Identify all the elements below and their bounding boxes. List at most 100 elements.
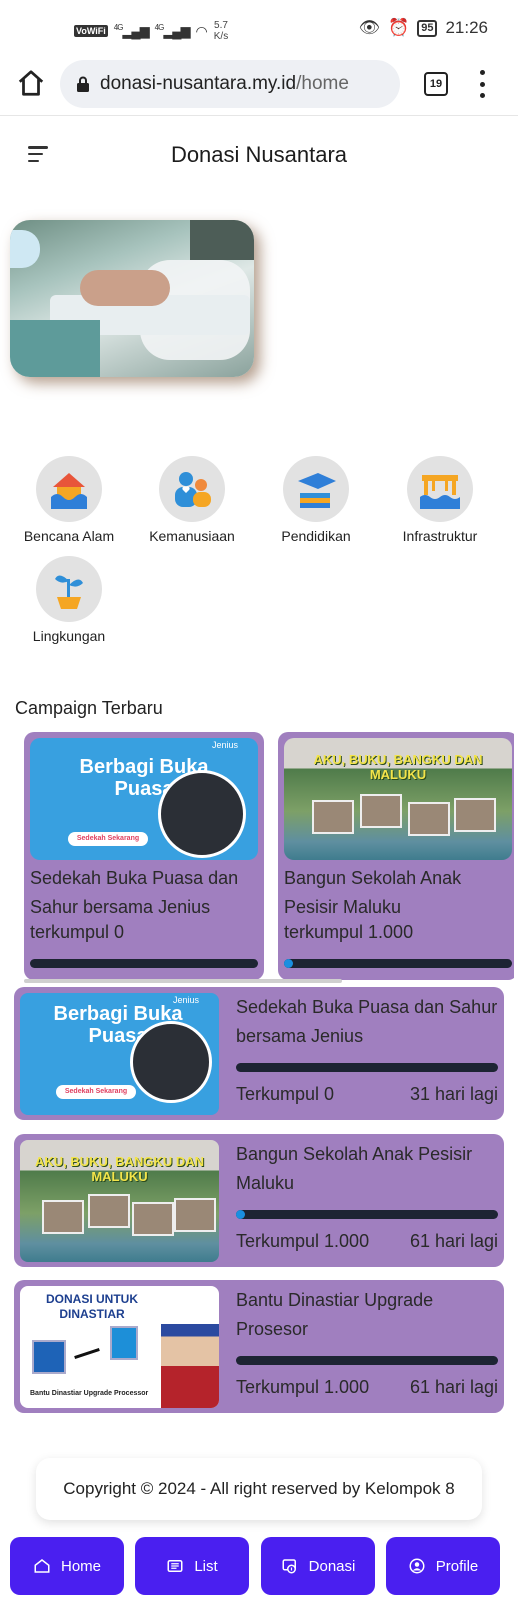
donate-icon — [282, 1559, 296, 1574]
nav-profile-button[interactable]: Profile — [386, 1537, 500, 1595]
browser-menu-button[interactable] — [478, 70, 486, 98]
address-bar[interactable]: donasi-nusantara.my.id/home — [60, 60, 400, 108]
signal-2-label: 4G — [154, 22, 165, 32]
image-brand: Jenius — [172, 995, 199, 1005]
progress-fill — [284, 959, 293, 968]
campaign-days-left: 61 hari lagi — [409, 1231, 498, 1251]
category-grid: Bencana Alam Kemanusiaan Pendidikan Infr… — [0, 456, 518, 656]
category-label: Pendidikan — [281, 528, 351, 544]
image-caption: Bantu Dinastiar Upgrade Processor — [30, 1390, 149, 1397]
campaign-raised: terkumpul 1.000 — [284, 922, 414, 942]
signal-1-label: 4G — [113, 22, 124, 32]
image-brand: Jenius — [211, 740, 238, 750]
hero-banner-image[interactable] — [10, 220, 254, 377]
category-lingkungan[interactable]: Lingkungan — [6, 556, 132, 644]
url-text: donasi-nusantara.my.id/home — [100, 73, 349, 95]
campaign-title: Sedekah Buka Puasa dan Sahur bersama Jen… — [236, 997, 498, 1046]
tab-switcher-button[interactable]: 19 — [424, 72, 448, 96]
category-label: Lingkungan — [32, 628, 106, 644]
cpu-chip-icon — [32, 1340, 66, 1374]
nav-home-button[interactable]: Home — [10, 1537, 124, 1595]
section-title: Campaign Terbaru — [15, 698, 163, 718]
category-label: Infrastruktur — [402, 528, 478, 544]
app-header: Donasi Nusantara — [0, 118, 518, 198]
arrow-icon — [74, 1348, 100, 1359]
campaign-title: Bangun Sekolah Anak Pesisir Maluku — [236, 1144, 473, 1193]
status-right: 👁 ⏰ 95 21:26 — [358, 18, 488, 38]
person-photo — [161, 1324, 219, 1408]
progress-bar — [236, 1063, 498, 1072]
campaign-raised: Terkumpul 0 — [236, 1084, 335, 1104]
campaign-image: Berbagi Buka Puasa Sedekah Sekarang Jeni… — [20, 993, 219, 1115]
profile-icon — [409, 1558, 425, 1574]
nav-donasi-button[interactable]: Donasi — [261, 1537, 375, 1595]
campaign-raised: Terkumpul 1.000 — [236, 1377, 370, 1397]
category-label: Kemanusiaan — [149, 528, 235, 544]
wifi-icon: ◠ — [195, 22, 208, 39]
nav-label: List — [194, 1557, 218, 1575]
page-title: Donasi Nusantara — [170, 142, 348, 167]
signal-icon: 4G▂▄▆ — [154, 22, 191, 39]
campaign-title: Bangun Sekolah Anak Pesisir Maluku — [284, 868, 462, 917]
graduation-cap-icon — [283, 456, 349, 522]
plant-sprout-icon — [36, 556, 102, 622]
eye-icon: 👁 — [358, 18, 381, 37]
carousel-scrollbar[interactable] — [24, 979, 342, 983]
list-icon — [167, 1560, 183, 1572]
image-heading: DONASI UNTUK DINASTIAR — [46, 1292, 138, 1321]
nav-list-button[interactable]: List — [135, 1537, 249, 1595]
home-icon — [18, 70, 44, 96]
progress-bar — [236, 1356, 498, 1365]
campaign-image: AKU, BUKU, BANGKU DAN MALUKU — [20, 1140, 219, 1262]
image-cta: Sedekah Sekarang — [56, 1085, 136, 1099]
progress-fill — [236, 1210, 245, 1219]
signal-icon: 4G▂▄▆ — [113, 22, 150, 39]
progress-bar — [236, 1210, 498, 1219]
campaign-card[interactable]: DONASI UNTUK DINASTIAR Bantu Dinastiar U… — [14, 1280, 504, 1413]
campaign-days-left: 31 hari lagi — [409, 1084, 498, 1104]
campaign-carousel[interactable]: Berbagi Buka Puasa Sedekah Sekarang Jeni… — [24, 732, 514, 982]
browser-home-button[interactable] — [16, 68, 46, 98]
nav-label: Profile — [435, 1557, 479, 1575]
bridge-icon — [407, 456, 473, 522]
category-pendidikan[interactable]: Pendidikan — [253, 456, 379, 544]
home-icon — [34, 1559, 50, 1573]
image-heading: AKU, BUKU, BANGKU DAN MALUKU — [313, 752, 483, 782]
speed-value: 5.7 — [214, 20, 228, 31]
category-kemanusiaan[interactable]: Kemanusiaan — [129, 456, 255, 544]
image-cta: Sedekah Sekarang — [68, 832, 148, 846]
network-speed: 5.7 K/s — [214, 20, 228, 42]
category-label: Bencana Alam — [23, 528, 115, 544]
house-flood-icon — [36, 456, 102, 522]
campaign-image: AKU, BUKU, BANGKU DAN MALUKU — [284, 738, 512, 860]
cpu-chip-icon — [110, 1326, 138, 1360]
campaign-raised: Terkumpul 1.000 — [236, 1231, 370, 1251]
speed-unit: K/s — [213, 31, 229, 42]
clock: 21:26 — [445, 18, 488, 37]
url-domain: donasi-nusantara.my.id — [100, 73, 297, 94]
campaign-image: DONASI UNTUK DINASTIAR Bantu Dinastiar U… — [20, 1286, 219, 1408]
campaign-raised: terkumpul 0 — [30, 922, 125, 942]
campaign-title: Sedekah Buka Puasa dan Sahur bersama Jen… — [30, 868, 239, 917]
alarm-icon: ⏰ — [388, 18, 410, 37]
campaign-days-left: 61 hari lagi — [409, 1377, 498, 1397]
category-infrastruktur[interactable]: Infrastruktur — [377, 456, 503, 544]
lock-icon — [77, 76, 89, 92]
category-bencana-alam[interactable]: Bencana Alam — [6, 456, 132, 544]
campaign-card[interactable]: Berbagi Buka Puasa Sedekah Sekarang Jeni… — [14, 987, 504, 1120]
carousel-card[interactable]: AKU, BUKU, BANGKU DAN MALUKU Bangun Seko… — [278, 732, 514, 980]
carousel-card[interactable]: Berbagi Buka Puasa Sedekah Sekarang Jeni… — [24, 732, 264, 980]
people-heart-icon — [159, 456, 225, 522]
battery-indicator: 95 — [417, 19, 438, 37]
url-path: /home — [296, 73, 349, 94]
footer-copyright: Copyright © 2024 - All right reserved by… — [36, 1458, 482, 1520]
status-bar: VoWiFi 4G▂▄▆ 4G▂▄▆ ◠ 5.7 K/s 👁 ⏰ 95 21:26 — [0, 0, 518, 56]
browser-toolbar: donasi-nusantara.my.id/home 19 — [0, 56, 518, 116]
bottom-navigation: Home List Donasi Profile — [0, 1534, 518, 1600]
campaign-image: Berbagi Buka Puasa Sedekah Sekarang Jeni… — [30, 738, 258, 860]
nav-label: Home — [60, 1557, 101, 1575]
progress-bar — [284, 959, 512, 968]
image-heading: AKU, BUKU, BANGKU DAN MALUKU — [35, 1154, 204, 1184]
campaign-card[interactable]: AKU, BUKU, BANGKU DAN MALUKU Bangun Seko… — [14, 1134, 504, 1267]
vowifi-badge: VoWiFi — [74, 25, 108, 37]
